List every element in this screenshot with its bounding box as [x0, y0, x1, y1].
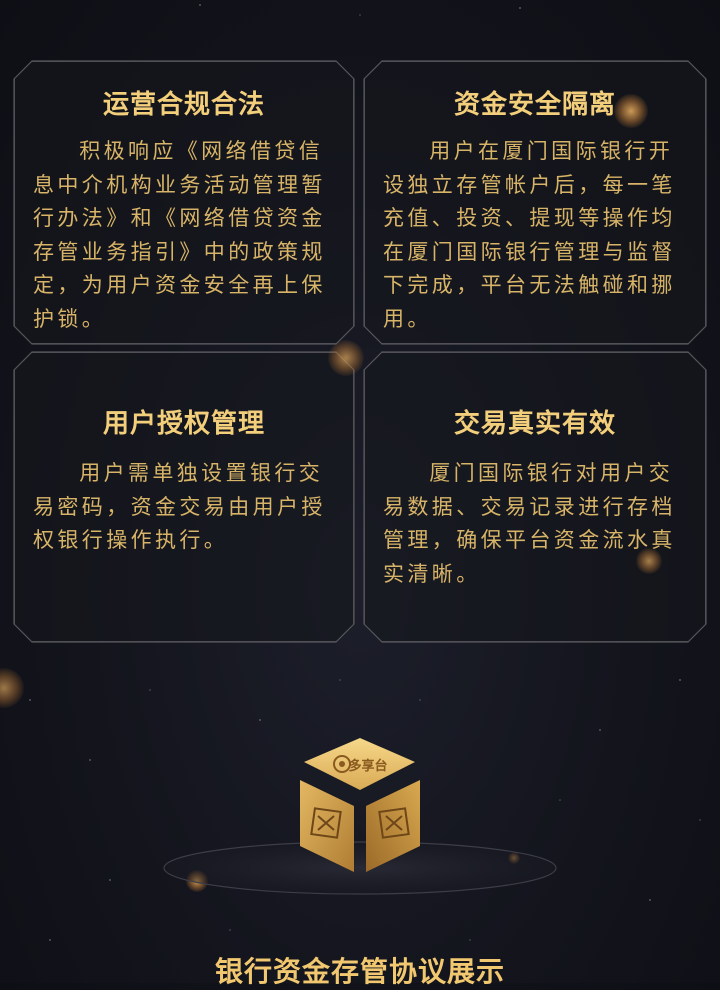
svg-text:多享台: 多享台 — [348, 758, 387, 774]
section-title: 银行资金存管协议展示 — [214, 955, 505, 988]
gold-cube-logo-icon: 多享台 — [163, 738, 557, 895]
